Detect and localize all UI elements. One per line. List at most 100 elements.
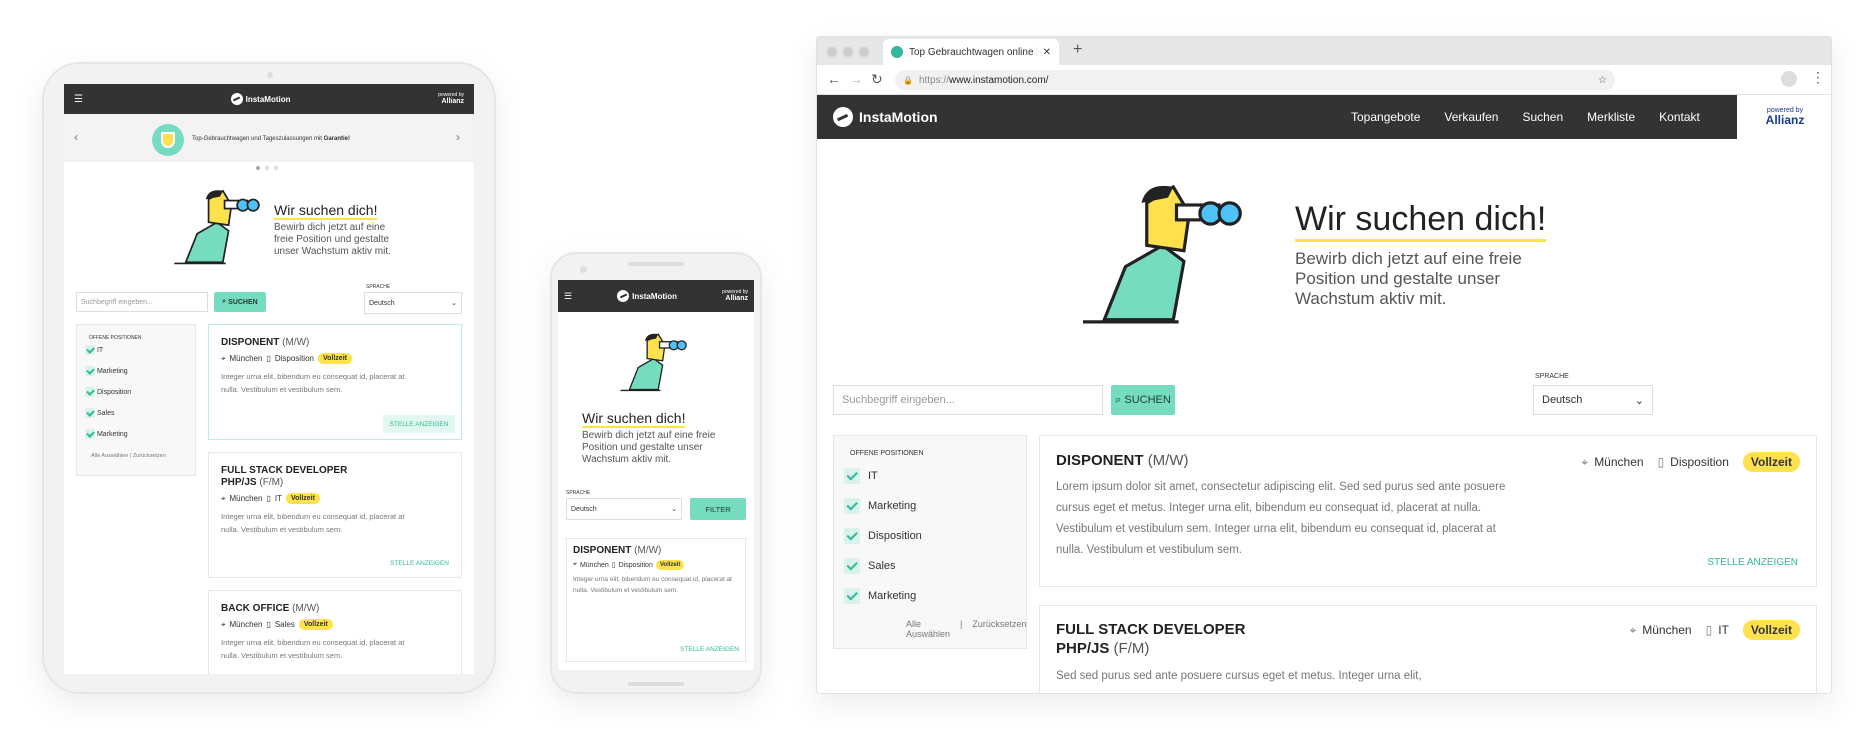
nav-verkaufen[interactable]: Verkaufen [1444,110,1498,124]
job-card[interactable]: FULL STACK DEVELOPER PHP/JS (F/M) ⌖ Münche… [1039,605,1817,693]
star-icon[interactable]: ☆ [1598,75,1607,86]
job-card[interactable]: DISPONENT (M/W) ⌖ München ▯ Disposition Voll… [566,538,746,662]
select-all-link[interactable]: Alle Auswählen [91,453,128,459]
address-bar[interactable]: 🔒 https://www.instamotion.com/ ☆ [895,70,1615,90]
hero-text: Bewirb dich jetzt auf eine freie Positio… [274,222,391,257]
chevron-right-icon[interactable]: › [456,130,460,144]
search-button[interactable]: ⌕ SUCHEN [1111,385,1175,415]
building-icon: ▯ [1657,455,1665,469]
language-select[interactable]: Deutsch ⌄ [364,292,462,314]
tablet-header: ☰ InstaMotion powered by Allianz [64,84,474,114]
banner-text: Top-Gebrauchtwagen und Tageszulassungen … [192,136,350,142]
job-card[interactable]: FULL STACK DEVELOPER PHP/JS (F/M) ⌖ Münche… [208,452,462,578]
nav-topangebote[interactable]: Topangebote [1351,110,1420,124]
building-icon: ▯ [266,494,271,503]
select-all-link[interactable]: Alle Auswählen [906,619,950,639]
chevron-left-icon[interactable]: ‹ [74,130,78,144]
filter-item-marketing-2[interactable]: Marketing [844,581,1026,611]
job-type-badge: Vollzeit [655,560,685,570]
language-select[interactable]: Deutsch ⌄ [1533,385,1653,415]
job-type-badge: Vollzeit [317,353,352,364]
checkbox-checked-icon [844,468,860,484]
tablet-camera [267,72,273,78]
brand-logo[interactable]: InstaMotion [617,290,677,302]
job-title: DISPONENT (M/W) [221,337,310,348]
chevron-down-icon: ⌄ [451,300,457,307]
building-icon: ▯ [266,620,271,629]
job-cta-link[interactable]: STELLE ANZEIGEN [390,560,449,567]
nav-kontakt[interactable]: Kontakt [1659,110,1700,124]
filter-list: IT Marketing Disposition Sales Marketing [844,461,1026,611]
filter-item-marketing-2[interactable]: Marketing [85,429,195,450]
browser-tab[interactable]: Top Gebrauchtwagen online be ✕ [883,39,1059,65]
job-card[interactable]: DISPONENT (M/W) ⌖ München ▯ Disposition Voll… [208,324,462,440]
phone-header: ☰ InstaMotion powered by Allianz [558,280,754,312]
filter-item-disposition[interactable]: Disposition [844,521,1026,551]
location-icon: ⌖ [221,353,226,363]
nav-suchen[interactable]: Suchen [1522,110,1563,124]
reset-link[interactable]: Zurücksetzen [133,453,166,459]
job-meta: ⌖ München ▯ Disposition Vollzeit [221,353,449,364]
job-type-badge: Vollzeit [285,493,320,504]
job-card[interactable]: BACK OFFICE (M/W) ⌖ München ▯ Sales Vollzeit… [208,590,462,674]
job-cta-button[interactable]: STELLE ANZEIGEN [383,415,455,433]
job-card[interactable]: DISPONENT (M/W) ⌖ München ▯ Disposition Voll… [1039,435,1817,587]
filter-item-marketing[interactable]: Marketing [844,491,1026,521]
language-select[interactable]: Deutsch ⌄ [566,498,682,520]
logo-icon [617,290,630,302]
hero-title: Wir suchen dich! [274,202,378,220]
carousel-dots[interactable] [256,166,278,170]
allianz-logo: powered by Allianz [438,92,464,106]
filter-item-disposition[interactable]: Disposition [85,387,195,408]
filter-item-it[interactable]: IT [844,461,1026,491]
job-description: Sed sed purus sed ante posuere cursus eg… [1056,670,1422,682]
reset-link[interactable]: Zurücksetzen [972,619,1026,639]
filter-item-sales[interactable]: Sales [844,551,1026,581]
job-cta-link[interactable]: STELLE ANZEIGEN [1707,557,1798,568]
filter-panel: OFFENE POSITIONEN IT Marketing Dispositi… [76,324,196,476]
menu-icon[interactable]: ☰ [74,94,83,105]
filter-button[interactable]: FILTER [690,498,746,520]
job-description: Integer urna elit, bibendum eu consequat… [221,638,405,660]
brand-logo[interactable]: InstaMotion [833,107,938,127]
forward-icon[interactable]: → [849,71,863,87]
site-header: InstaMotion Topangebote Verkaufen Suchen… [817,95,1831,139]
window-controls [827,47,869,57]
new-tab-icon[interactable]: + [1073,41,1082,59]
job-title: FULL STACK DEVELOPER PHP/JS (F/M) [221,465,348,488]
tab-close-icon[interactable]: ✕ [1043,47,1051,58]
job-title: DISPONENT (M/W) [573,545,662,556]
phone-home-bar [628,682,684,686]
job-cta-link[interactable]: STELLE ANZEIGEN [680,646,739,653]
filter-actions: Alle Auswählen | Zurücksetzen [91,453,166,459]
job-meta: ⌖ München ▯ Sales Vollzeit [221,619,449,630]
filter-list: IT Marketing Disposition Sales Marketing [85,345,195,450]
lock-icon: 🔒 [903,75,913,85]
profile-icon[interactable] [1781,71,1797,87]
language-label: SPRACHE [1535,373,1569,380]
filter-item-it[interactable]: IT [85,345,195,366]
filter-item-marketing[interactable]: Marketing [85,366,195,387]
hero-title: Wir suchen dich! [1295,199,1547,242]
chevron-down-icon: ⌄ [1634,394,1644,407]
language-label: SPRACHE [566,490,591,496]
search-button[interactable]: ⌕ SUCHEN [214,292,266,312]
back-icon[interactable]: ← [827,71,841,87]
filter-heading: OFFENE POSITIONEN [89,335,142,341]
search-input[interactable]: Suchbegriff eingeben... [833,385,1103,415]
checkbox-checked-icon [844,588,860,604]
hero-illustration [174,189,260,265]
browser-window: Top Gebrauchtwagen online be ✕ + ← → ↻ 🔒… [816,36,1832,694]
job-type-badge: Vollzeit [1742,452,1800,472]
shield-icon [152,124,184,156]
menu-icon[interactable]: ☰ [564,291,572,302]
search-input[interactable]: Suchbegriff eingeben... [76,292,208,312]
phone-camera [580,266,587,273]
hero-text: Bewirb dich jetzt auf eine freie Positio… [1295,249,1522,308]
nav-merkliste[interactable]: Merkliste [1587,110,1635,124]
brand-logo[interactable]: InstaMotion [230,93,291,105]
more-icon[interactable]: ⋮ [1811,69,1825,86]
reload-icon[interactable]: ↻ [871,71,883,88]
location-icon: ⌖ [573,561,577,568]
filter-item-sales[interactable]: Sales [85,408,195,429]
